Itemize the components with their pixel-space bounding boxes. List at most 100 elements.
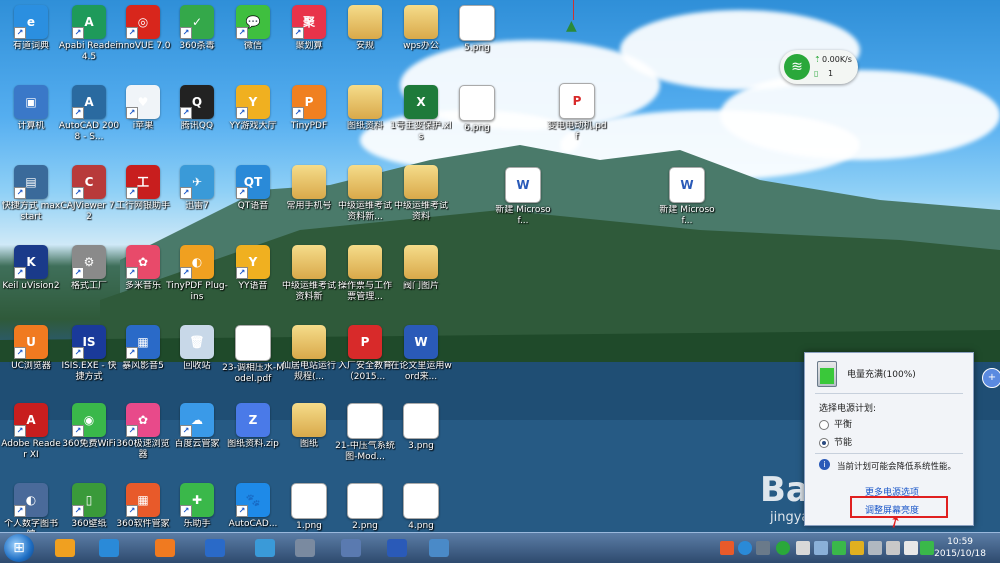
desktop-icon[interactable]: ◎ ↗ innoVUE 7.0 bbox=[112, 2, 174, 76]
shortcut-arrow-icon: ↗ bbox=[236, 505, 248, 517]
app-icon: ▦ ↗ bbox=[126, 325, 160, 359]
desktop-icon[interactable]: 工 ↗ 工行网银助手 bbox=[112, 162, 174, 236]
desktop-icon[interactable]: U ↗ UC浏览器 bbox=[0, 322, 62, 396]
battery-tray-icon[interactable] bbox=[796, 541, 810, 555]
desktop-icon[interactable]: ◉ ↗ 360免费WiFi bbox=[58, 400, 120, 474]
desktop-icon[interactable]: 4.png bbox=[390, 480, 452, 532]
help-icon[interactable] bbox=[738, 541, 752, 555]
desktop-icon[interactable]: 23-调相压水-Model.pdf bbox=[222, 322, 284, 396]
desktop-icon[interactable]: Z 图纸资料.zip bbox=[222, 400, 284, 474]
power-plan-option-balanced[interactable]: 平衡 bbox=[819, 417, 852, 430]
shortcut-arrow-icon: ↗ bbox=[292, 107, 304, 119]
shield-tray-icon[interactable] bbox=[832, 541, 846, 555]
desktop-icon[interactable]: 6.png bbox=[446, 82, 508, 156]
start-button[interactable]: ⊞ bbox=[4, 534, 34, 562]
taskbar-media-player-button[interactable] bbox=[46, 535, 84, 561]
desktop-icon[interactable]: C ↗ CAJViewer 7.2 bbox=[58, 162, 120, 236]
desktop-icon[interactable]: ✈ ↗ 迅雷7 bbox=[166, 162, 228, 236]
desktop-icon[interactable]: Y ↗ YY语音 bbox=[222, 242, 284, 316]
desktop-icon[interactable]: ◐ ↗ TinyPDF Plug-ins bbox=[166, 242, 228, 316]
desktop-icon[interactable]: K ↗ Keil uVision2 bbox=[0, 242, 62, 316]
power-plan-option-saver[interactable]: 节能 bbox=[819, 435, 852, 448]
desktop-icon[interactable]: IS ↗ ISIS.EXE - 快捷方式 bbox=[58, 322, 120, 396]
desktop-icon[interactable]: A ↗ Adobe Reader XI bbox=[0, 400, 62, 474]
taskbar-qq-browser-button[interactable] bbox=[90, 535, 128, 561]
taskbar-picture-viewer-button[interactable] bbox=[420, 535, 458, 561]
system-clock[interactable]: 10:59 2015/10/18 bbox=[934, 536, 986, 560]
app-icon bbox=[347, 403, 383, 439]
antivirus-tray-icon[interactable] bbox=[850, 541, 864, 555]
usb-tray-icon[interactable] bbox=[868, 541, 882, 555]
desktop-icon[interactable]: 21-中压气系统图-Mod... bbox=[334, 400, 396, 474]
desktop-icon[interactable]: W 在论文里运用word来... bbox=[390, 322, 452, 396]
desktop-icon[interactable]: ☁ ↗ 百度云管家 bbox=[166, 400, 228, 474]
desktop-icon[interactable]: ▣ 计算机 bbox=[0, 82, 62, 156]
taskbar-computer-button[interactable] bbox=[286, 535, 324, 561]
shortcut-arrow-icon: ↗ bbox=[126, 505, 138, 517]
settings-icon[interactable] bbox=[756, 541, 770, 555]
desktop-icon[interactable]: e ↗ 有道词典 bbox=[0, 2, 62, 76]
desktop-icon[interactable]: 阀门图片 bbox=[390, 242, 452, 316]
desktop-icon-label: 多米音乐 bbox=[124, 281, 161, 291]
desktop-icon[interactable]: QT ↗ QT语音 bbox=[222, 162, 284, 236]
word-file-icon-item[interactable]: W 新建 Microsof... bbox=[656, 164, 718, 238]
taskbar-baofeng-button[interactable] bbox=[196, 535, 234, 561]
desktop-icon[interactable]: wps办公 bbox=[390, 2, 452, 76]
desktop-icon[interactable]: 5.png bbox=[446, 2, 508, 76]
desktop-icon[interactable]: ✿ ↗ 多米音乐 bbox=[112, 242, 174, 316]
flag-tray-icon[interactable] bbox=[886, 541, 900, 555]
desktop-icon[interactable]: ◐↗ 个人数字图书馆 bbox=[0, 480, 62, 532]
desktop-icon[interactable]: 聚 ↗ 聚划算 bbox=[278, 2, 340, 76]
desktop-icon[interactable]: 中级运维考试资料 bbox=[390, 162, 452, 236]
desktop-icon[interactable]: 安规 bbox=[334, 2, 396, 76]
desktop-icon[interactable]: 2.png bbox=[334, 480, 396, 532]
network-speed-widget[interactable]: ≋ ⇡ 0.00K/s ▯ 1 bbox=[780, 50, 858, 84]
app-icon bbox=[403, 403, 439, 439]
desktop-icon[interactable]: A ↗ Apabi Reader 4.5 bbox=[58, 2, 120, 76]
desktop-icon[interactable]: ▯ ↗ 360壁纸 bbox=[58, 480, 120, 532]
taskbar-remote-desktop-button[interactable] bbox=[332, 535, 370, 561]
desktop-icon[interactable]: P 入厂安全教育（2015... bbox=[334, 322, 396, 396]
desktop-icon[interactable]: ▦ ↗ 暴风影音5 bbox=[112, 322, 174, 396]
uc-browser-icon bbox=[155, 539, 175, 557]
saver-radio[interactable] bbox=[819, 437, 829, 448]
desktop-icon[interactable]: 中级运维考试资料新 bbox=[278, 242, 340, 316]
desktop-icon[interactable]: ✿ ↗ 360极速浏览器 bbox=[112, 400, 174, 474]
network-tray-icon[interactable] bbox=[814, 541, 828, 555]
desktop-icon[interactable]: ▦ ↗ 360软件管家 bbox=[112, 480, 174, 532]
desktop-icon[interactable]: ✓ ↗ 360杀毒 bbox=[166, 2, 228, 76]
sogou-icon[interactable] bbox=[720, 541, 734, 555]
security-tray-icon[interactable] bbox=[920, 541, 934, 555]
desktop-icon[interactable]: 图纸资料 bbox=[334, 82, 396, 156]
desktop-icon[interactable]: 图纸 bbox=[278, 400, 340, 474]
desktop-icon[interactable]: ⚙ ↗ 格式工厂 bbox=[58, 242, 120, 316]
desktop-icon[interactable]: 仙居电站运行规程(... bbox=[278, 322, 340, 396]
desktop-icon[interactable]: 中级运维考试资料新... bbox=[334, 162, 396, 236]
taskbar-uc-browser-button[interactable] bbox=[146, 535, 184, 561]
desktop-icon[interactable]: 💬 ↗ 微信 bbox=[222, 2, 284, 76]
desktop-icon[interactable]: ✚ ↗ 乐助手 bbox=[166, 480, 228, 532]
pdf-file-icon-item[interactable]: P 变电电动机.pdf bbox=[546, 80, 608, 154]
desktop-icon[interactable]: 🗑 回收站 bbox=[166, 322, 228, 396]
desktop-icon[interactable]: X 1号主变保护.xls bbox=[390, 82, 452, 156]
desktop-icon[interactable]: 1.png bbox=[278, 480, 340, 532]
desktop-icon[interactable]: A ↗ AutoCAD 2008 - S... bbox=[58, 82, 120, 156]
desktop-icon[interactable]: 常用手机号 bbox=[278, 162, 340, 236]
desktop-icon[interactable]: ▤ ↗ 快捷方式 maxstart bbox=[0, 162, 62, 236]
taskbar-word-button[interactable] bbox=[378, 535, 416, 561]
gadget-toggle-icon[interactable]: + bbox=[982, 368, 1000, 388]
wifi-tray-icon[interactable] bbox=[776, 541, 790, 555]
desktop-icon[interactable]: Q ↗ 腾讯QQ bbox=[166, 82, 228, 156]
word-file-icon-item[interactable]: W 新建 Microsof... bbox=[492, 164, 554, 238]
desktop-icon[interactable]: 🐾 ↗ AutoCAD... bbox=[222, 480, 284, 532]
desktop-icon[interactable]: Y ↗ YY游戏大厅 bbox=[222, 82, 284, 156]
power-tray-icon[interactable] bbox=[904, 541, 918, 555]
desktop-icon-label: 在论文里运用word来... bbox=[390, 361, 452, 382]
taskbar-thunder-button[interactable] bbox=[246, 535, 284, 561]
desktop-icon[interactable]: P ↗ TinyPDF bbox=[278, 82, 340, 156]
desktop-icon[interactable]: 3.png bbox=[390, 400, 452, 474]
balanced-radio[interactable] bbox=[819, 419, 829, 430]
desktop-icon[interactable]: 操作票与工作票管理... bbox=[334, 242, 396, 316]
desktop-icon[interactable]: ♥ ↗ i苹果 bbox=[112, 82, 174, 156]
app-icon bbox=[292, 165, 326, 199]
